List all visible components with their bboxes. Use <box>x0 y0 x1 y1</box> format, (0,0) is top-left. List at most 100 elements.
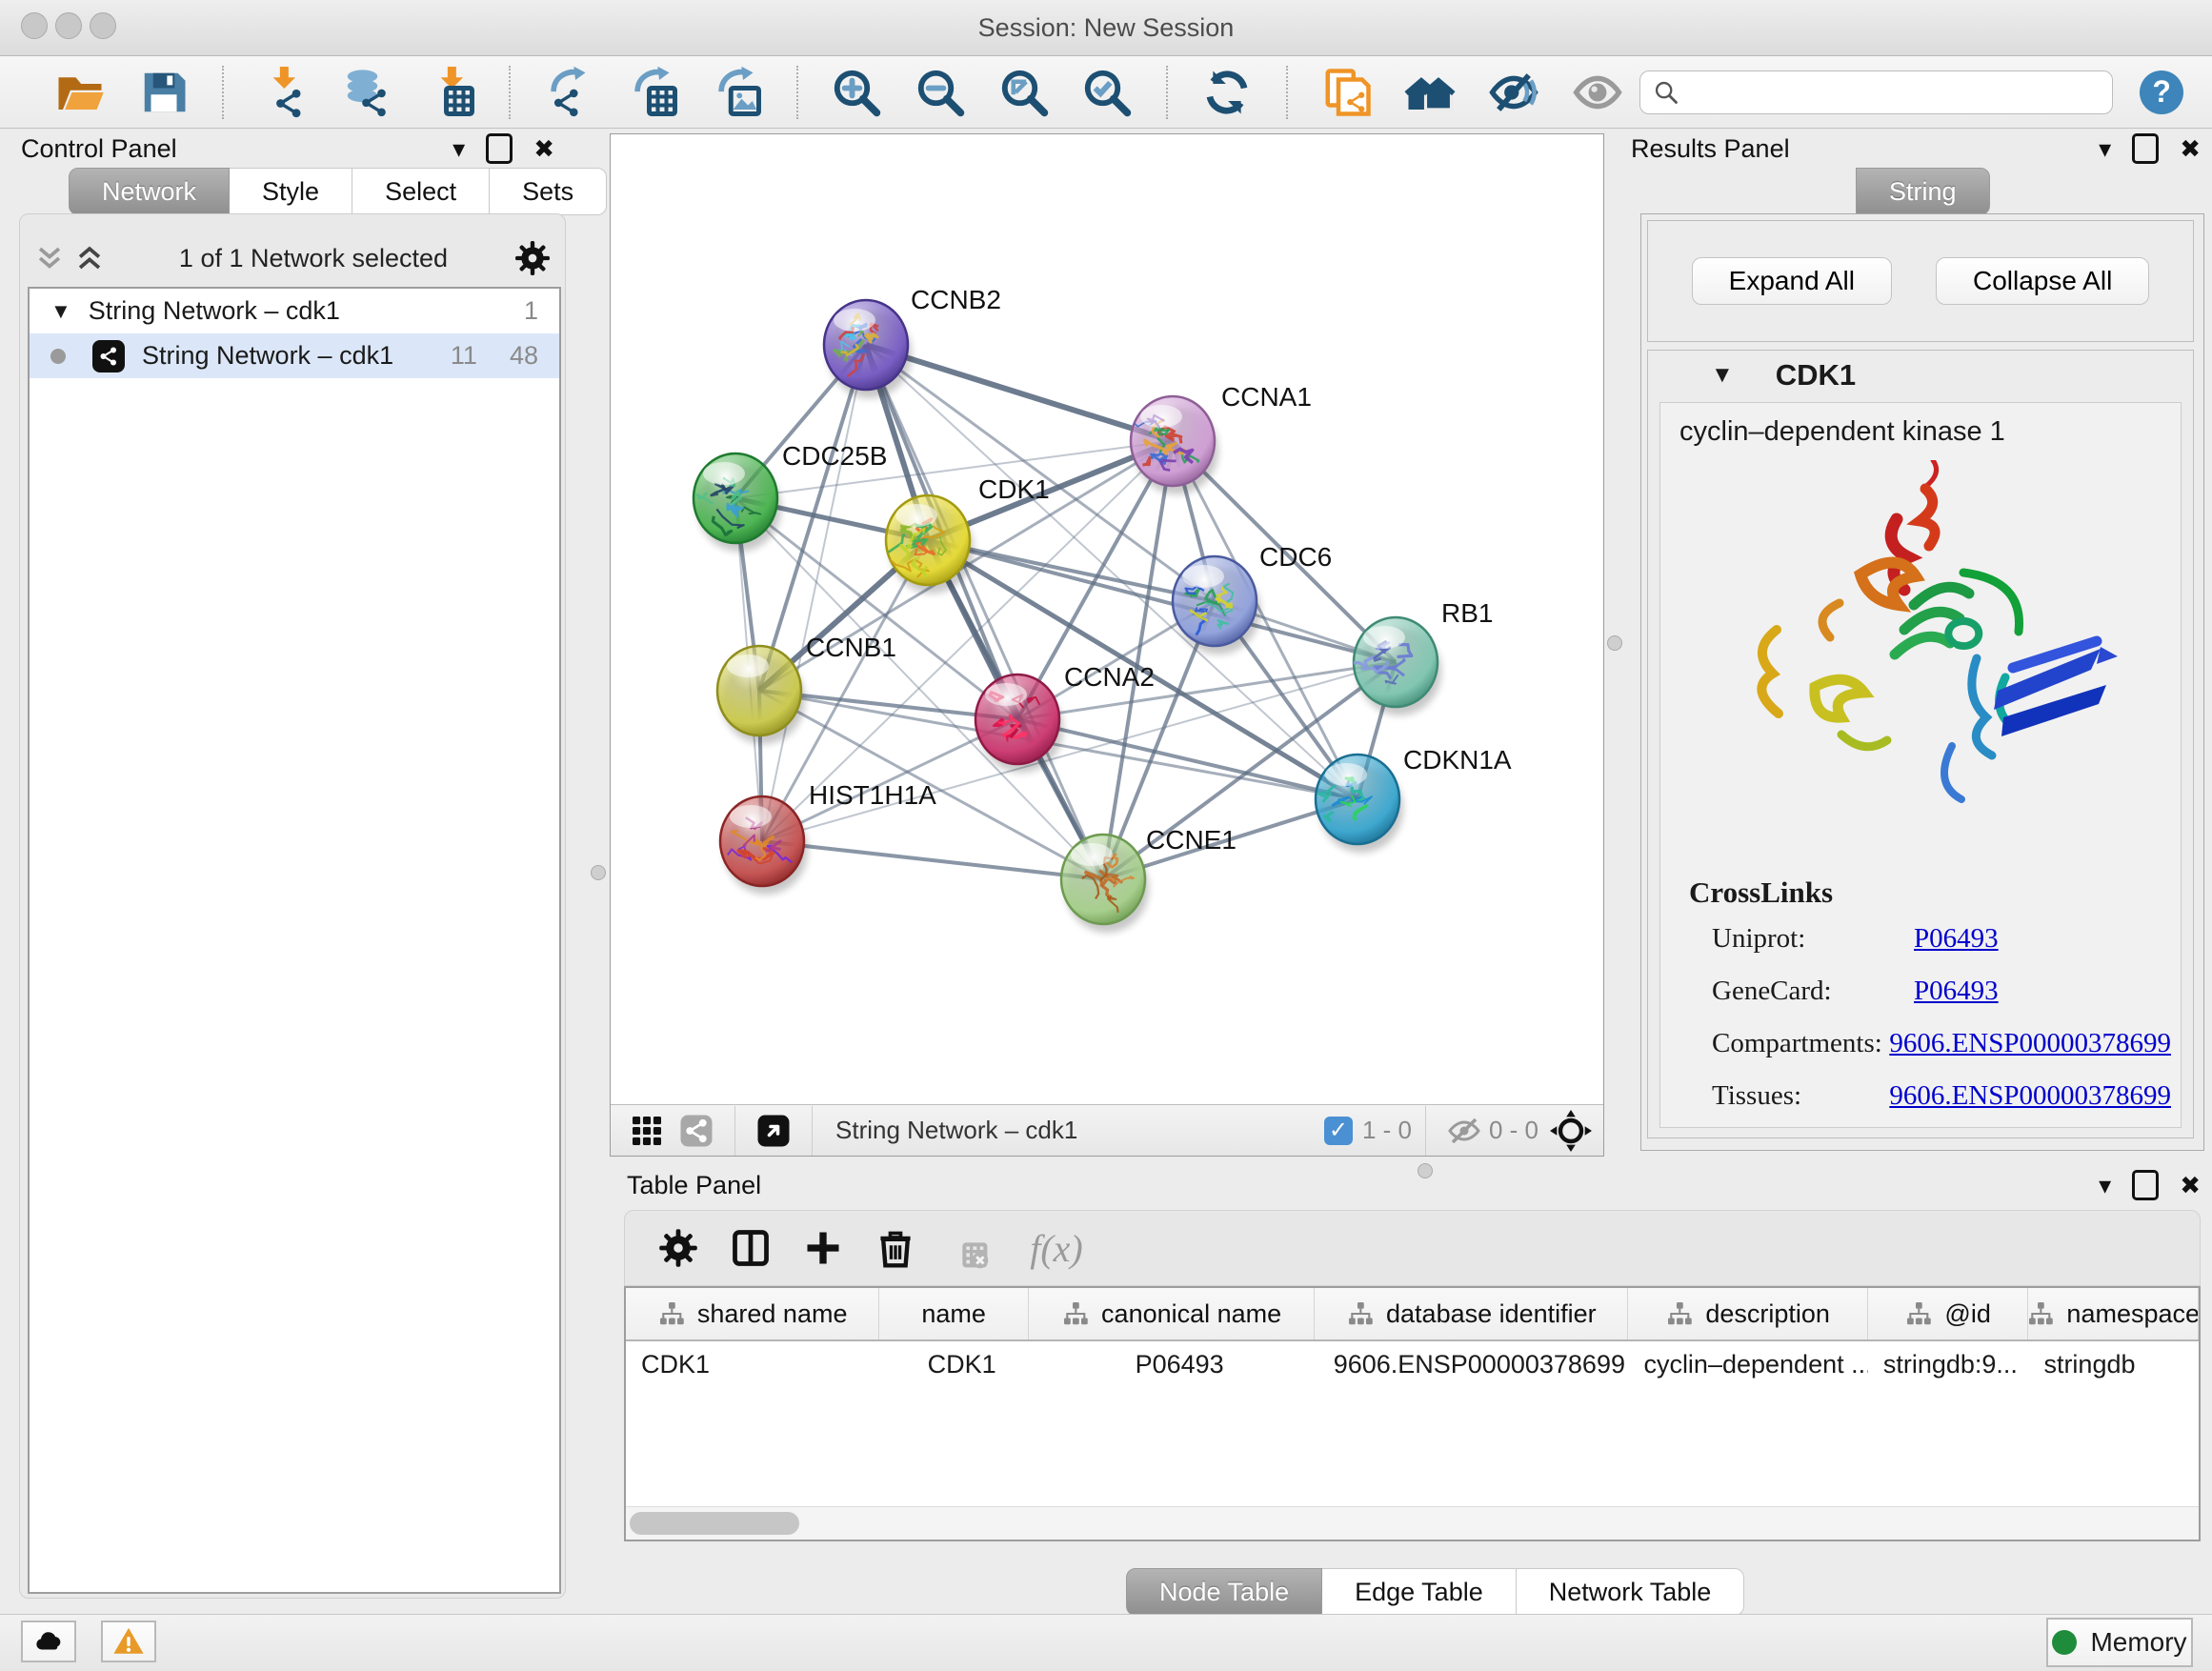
table-h-scrollbar[interactable] <box>626 1506 2199 1540</box>
delete-column-button[interactable] <box>868 1220 923 1276</box>
network-row-label: String Network – cdk1 <box>142 341 393 371</box>
expand-all-button[interactable]: Expand All <box>1692 257 1892 305</box>
column-header-database-identifier[interactable]: database identifier <box>1315 1288 1628 1339</box>
cloud-button[interactable] <box>21 1621 76 1662</box>
collection-expander-icon[interactable]: ▼ <box>50 299 71 324</box>
zoom-selected-button[interactable] <box>1079 65 1136 120</box>
import-network-button[interactable] <box>254 65 312 120</box>
tab-string[interactable]: String <box>1856 168 1990 215</box>
left-splitter-handle[interactable] <box>591 865 606 880</box>
table-cell: cyclin–dependent ... <box>1628 1341 1867 1387</box>
results-panel-menu-icon[interactable]: ▾ <box>2099 136 2111 161</box>
network-row-selected[interactable]: String Network – cdk1 11 48 <box>30 333 559 378</box>
control-panel-tabs: NetworkStyleSelectSets <box>69 168 607 215</box>
zoom-fit-button[interactable] <box>995 65 1053 120</box>
edge-HIST1H1A-CCNE1[interactable] <box>762 841 1103 879</box>
table-h-scrollbar-thumb[interactable] <box>630 1512 799 1535</box>
right-splitter-handle[interactable] <box>1607 635 1622 651</box>
zoom-out-button[interactable] <box>912 65 969 120</box>
hide-panels-button[interactable] <box>1485 65 1542 120</box>
table-panel-float-icon[interactable] <box>2132 1170 2159 1200</box>
node-CCNA1[interactable]: CCNA1 <box>1131 382 1312 494</box>
column-header-name[interactable]: name <box>879 1288 1029 1339</box>
birdseye-view-button[interactable] <box>1402 65 1459 120</box>
help-button[interactable]: ? <box>2140 70 2183 114</box>
node-RB1[interactable]: RB1 <box>1352 598 1493 715</box>
column-header-shared-name[interactable]: shared name <box>626 1288 879 1339</box>
edge-CCNB2-CCNA1[interactable] <box>866 345 1173 441</box>
network-collection-row[interactable]: ▼ String Network – cdk1 1 <box>30 289 559 333</box>
open-session-icon <box>54 67 106 118</box>
grid-view-icon[interactable] <box>630 1114 664 1148</box>
network-badge-icon[interactable] <box>679 1114 714 1148</box>
node-CCNB1[interactable]: CCNB1 <box>717 633 896 744</box>
node-CDKN1A[interactable]: CDKN1A <box>1316 745 1512 853</box>
import-table-button[interactable] <box>422 65 479 120</box>
table-settings-button[interactable] <box>651 1220 706 1276</box>
table-settings-icon <box>657 1227 699 1269</box>
column-header--id[interactable]: @id <box>1868 1288 2029 1339</box>
open-session-button[interactable] <box>51 65 109 120</box>
column-header-namespace[interactable]: namespace <box>2028 1288 2199 1339</box>
table-row[interactable]: CDK1CDK1P064939606.ENSP00000378699cyclin… <box>626 1341 2199 1387</box>
node-HIST1H1A[interactable]: HIST1H1A <box>720 780 936 895</box>
expand-tree-icon[interactable] <box>33 244 66 272</box>
network-options-gear-icon[interactable] <box>513 239 552 277</box>
tab-network[interactable]: Network <box>69 168 230 215</box>
import-database-button[interactable] <box>338 65 395 120</box>
tab-style[interactable]: Style <box>230 168 352 215</box>
toolbar-separator <box>1166 66 1168 119</box>
delete-table-button[interactable] <box>940 1220 995 1276</box>
hidden-counts: 0 - 0 <box>1489 1116 1538 1145</box>
function-builder-button[interactable]: f(x) <box>1013 1220 1100 1276</box>
table-panel-close-icon[interactable]: ✖ <box>2180 1173 2201 1198</box>
save-session-button[interactable] <box>135 65 192 120</box>
crosslink-row: Tissues: 9606.ENSP00000378699 <box>1689 1080 2171 1112</box>
tab-edge-table[interactable]: Edge Table <box>1322 1568 1517 1616</box>
refresh-layout-button[interactable] <box>1198 65 1256 120</box>
import-table-icon <box>425 67 476 118</box>
fit-selected-crosshair-icon[interactable] <box>1550 1110 1592 1152</box>
birdseye-toggle-icon[interactable] <box>756 1114 791 1148</box>
export-table-icon <box>628 67 679 118</box>
results-panel-close-icon[interactable]: ✖ <box>2180 136 2201 161</box>
table-panel-menu-icon[interactable]: ▾ <box>2099 1173 2111 1198</box>
gene-description: cyclin–dependent kinase 1 <box>1679 416 2181 448</box>
collapse-tree-icon[interactable] <box>73 244 106 272</box>
column-header-description[interactable]: description <box>1628 1288 1867 1339</box>
results-panel-float-icon[interactable] <box>2132 133 2159 164</box>
split-columns-button[interactable] <box>723 1220 778 1276</box>
crosslink-link[interactable]: P06493 <box>1914 976 1999 1007</box>
collapse-all-button[interactable]: Collapse All <box>1936 257 2149 305</box>
control-panel-menu-icon[interactable]: ▾ <box>452 136 465 161</box>
warnings-button[interactable] <box>101 1621 156 1662</box>
add-column-button[interactable] <box>795 1220 851 1276</box>
zoom-in-button[interactable] <box>829 65 886 120</box>
duplicate-network-button[interactable] <box>1318 65 1376 120</box>
show-panels-button[interactable] <box>1569 65 1626 120</box>
column-header-canonical-name[interactable]: canonical name <box>1029 1288 1315 1339</box>
control-panel-close-icon[interactable]: ✖ <box>533 136 554 161</box>
node-CCNE1[interactable]: CCNE1 <box>1061 825 1237 933</box>
selected-checkbox-icon[interactable]: ✓ <box>1324 1117 1353 1145</box>
export-image-button[interactable] <box>709 65 766 120</box>
protein-structure-image <box>1727 460 2127 841</box>
gene-expander-icon[interactable]: ▼ <box>1711 362 1734 389</box>
toolbar-separator <box>222 66 224 119</box>
export-table-button[interactable] <box>625 65 682 120</box>
node-CDC25B[interactable]: CDC25B <box>694 441 887 552</box>
crosslink-link[interactable]: 9606.ENSP00000378699 <box>1889 1028 2171 1059</box>
tab-sets[interactable]: Sets <box>490 168 607 215</box>
table-header-row: shared namenamecanonical namedatabase id… <box>626 1288 2199 1341</box>
crosslink-link[interactable]: P06493 <box>1914 923 1999 955</box>
edge-CCNB2-HIST1H1A[interactable] <box>762 345 866 841</box>
tab-select[interactable]: Select <box>352 168 490 215</box>
tab-node-table[interactable]: Node Table <box>1126 1568 1322 1616</box>
control-panel-float-icon[interactable] <box>486 133 513 164</box>
tab-network-table[interactable]: Network Table <box>1517 1568 1745 1616</box>
crosslink-link[interactable]: 9606.ENSP00000378699 <box>1889 1080 2171 1112</box>
network-canvas[interactable]: CCNB2 CCNA1 CDC25B CDK1 CDC6 RB1 CCNB1 <box>611 134 1603 1105</box>
search-input[interactable] <box>1639 70 2113 114</box>
memory-button[interactable]: Memory <box>2046 1618 2193 1667</box>
export-network-button[interactable] <box>541 65 598 120</box>
